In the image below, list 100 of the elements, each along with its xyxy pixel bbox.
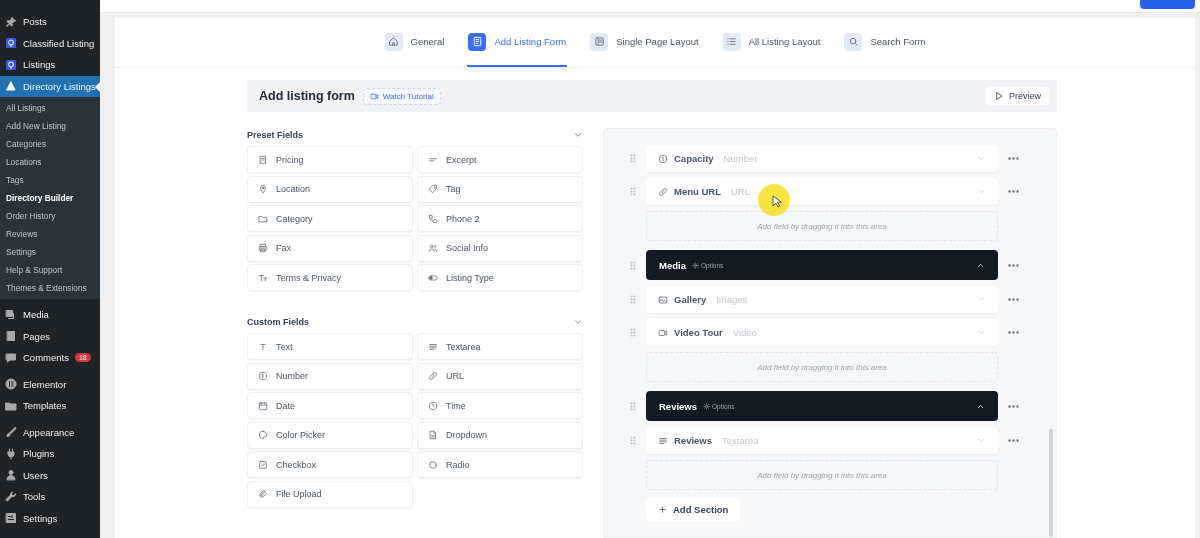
more-options-icon[interactable] (1008, 439, 1019, 442)
submenu-item[interactable]: Locations (0, 153, 100, 171)
gear-icon (703, 402, 711, 410)
paperclip-icon (258, 489, 268, 499)
logo-badge-icon (5, 37, 17, 50)
submenu-item[interactable]: Add New Listing (0, 117, 100, 135)
toggle-icon (428, 272, 438, 283)
field-tile[interactable]: Radio (417, 451, 583, 478)
text-icon (258, 341, 268, 352)
radio-circle-icon (428, 459, 438, 470)
drag-handle-icon[interactable] (630, 295, 636, 304)
tab[interactable]: All Listing Layout (721, 18, 822, 67)
brush-icon (5, 426, 17, 439)
video-camera-icon (658, 327, 668, 338)
sidebar-item[interactable]: Users (0, 464, 100, 486)
drag-handle-icon[interactable] (630, 154, 636, 163)
tab[interactable]: General (383, 18, 446, 67)
sidebar-item[interactable]: Media (0, 304, 100, 326)
elementor-circle-icon (5, 378, 17, 391)
sidebar-item[interactable]: Elementor (0, 373, 100, 395)
submenu-item[interactable]: Order History (0, 207, 100, 225)
sidebar-item[interactable]: Appearance (0, 421, 100, 443)
more-options-icon[interactable] (1008, 298, 1019, 301)
scrollbar[interactable] (1049, 429, 1053, 537)
drag-handle-icon[interactable] (630, 328, 636, 337)
field-tile[interactable]: Phone 2 (417, 205, 583, 232)
user-icon (5, 469, 17, 482)
video-camera-icon (369, 91, 379, 101)
clock-icon (428, 400, 438, 411)
group-title: Preset Fields (247, 130, 304, 140)
sidebar-item[interactable]: Tools (0, 486, 100, 508)
more-options-icon[interactable] (1008, 331, 1019, 334)
submenu-item[interactable]: Categories (0, 135, 100, 153)
more-options-icon[interactable] (1008, 190, 1019, 193)
field-tile[interactable]: Terms & Privacy (247, 264, 413, 291)
receipt-icon (258, 154, 268, 165)
field-tile[interactable]: Dropdown (417, 421, 583, 449)
tab[interactable]: Search Form (843, 18, 927, 67)
document-icon (428, 430, 438, 440)
group-title: Custom Fields (247, 317, 309, 327)
preview-button[interactable]: Preview (986, 87, 1049, 105)
submenu-item[interactable]: Settings (0, 243, 100, 261)
submenu-item[interactable]: All Listings (0, 99, 100, 117)
form-field-row[interactable]: Gallery Images (646, 286, 998, 313)
field-tile[interactable]: Number (247, 362, 413, 390)
drag-handle-icon[interactable] (630, 260, 636, 270)
field-tile[interactable]: Checkbox (247, 451, 413, 478)
more-options-icon[interactable] (1008, 263, 1019, 267)
drag-handle-icon[interactable] (630, 436, 636, 445)
add-section-button[interactable]: Add Section (646, 498, 741, 521)
folder-icon (258, 213, 268, 224)
field-tile[interactable]: Date (247, 392, 413, 419)
more-options-icon[interactable] (1008, 404, 1019, 408)
field-tile[interactable]: Tag (417, 175, 583, 203)
more-options-icon[interactable] (1008, 157, 1019, 160)
pages-icon (5, 330, 17, 343)
tab[interactable]: Single Page Layout (589, 18, 700, 67)
tab[interactable]: Add Listing Form (467, 18, 568, 67)
list-icon (726, 36, 738, 47)
field-tile[interactable]: Social Info (417, 234, 583, 262)
sidebar-item[interactable]: Templates (0, 395, 100, 417)
primary-button[interactable] (1140, 0, 1195, 9)
cursor-highlight-drawing (758, 184, 790, 216)
sidebar-item[interactable]: Pages (0, 325, 100, 347)
drag-handle-icon[interactable] (630, 401, 636, 411)
drag-handle-icon[interactable] (630, 187, 636, 196)
submenu-item[interactable]: Reviews (0, 225, 100, 243)
field-tile[interactable]: Category (247, 205, 413, 232)
form-field-row[interactable]: Menu URL URL (646, 178, 998, 205)
field-tile[interactable]: Excerpt (417, 146, 583, 173)
submenu-item[interactable]: Directory Builder (0, 189, 100, 207)
field-tile[interactable]: Pricing (247, 146, 413, 173)
phone-icon (428, 213, 438, 224)
watch-tutorial-button[interactable]: Watch Tutorial (362, 87, 441, 105)
text-size-icon (258, 272, 268, 283)
submenu-item[interactable]: Themes & Extensions (0, 279, 100, 297)
sidebar-item[interactable]: Listings (0, 54, 100, 76)
sidebar-item[interactable]: Settings (0, 507, 100, 529)
field-tile[interactable]: URL (417, 362, 583, 390)
form-field-row[interactable]: Reviews Textarea (646, 427, 998, 454)
field-tile[interactable]: Listing Type (417, 264, 583, 291)
printer-icon (258, 243, 268, 253)
field-tile[interactable]: Location (247, 175, 413, 203)
form-icon (471, 36, 483, 47)
field-tile[interactable]: File Upload (247, 480, 413, 508)
folder-icon (5, 399, 17, 412)
triangle-icon (5, 80, 17, 93)
field-tile[interactable]: Textarea (417, 333, 583, 360)
sidebar-item[interactable]: Classified Listing (0, 32, 100, 54)
submenu-item[interactable]: Tags (0, 171, 100, 189)
form-field-row[interactable]: Capacity Number (646, 145, 998, 172)
sidebar-item[interactable]: Plugins (0, 443, 100, 465)
sidebar-item[interactable]: Directory Listings (0, 75, 100, 97)
field-tile[interactable]: Time (417, 392, 583, 419)
field-tile[interactable]: Fax (247, 234, 413, 262)
sidebar-item[interactable]: Posts (0, 11, 100, 33)
location-pin-icon (258, 184, 268, 194)
submenu-item[interactable]: Help & Support (0, 261, 100, 279)
field-tile[interactable]: Text (247, 333, 413, 360)
field-tile[interactable]: Color Picker (247, 421, 413, 449)
